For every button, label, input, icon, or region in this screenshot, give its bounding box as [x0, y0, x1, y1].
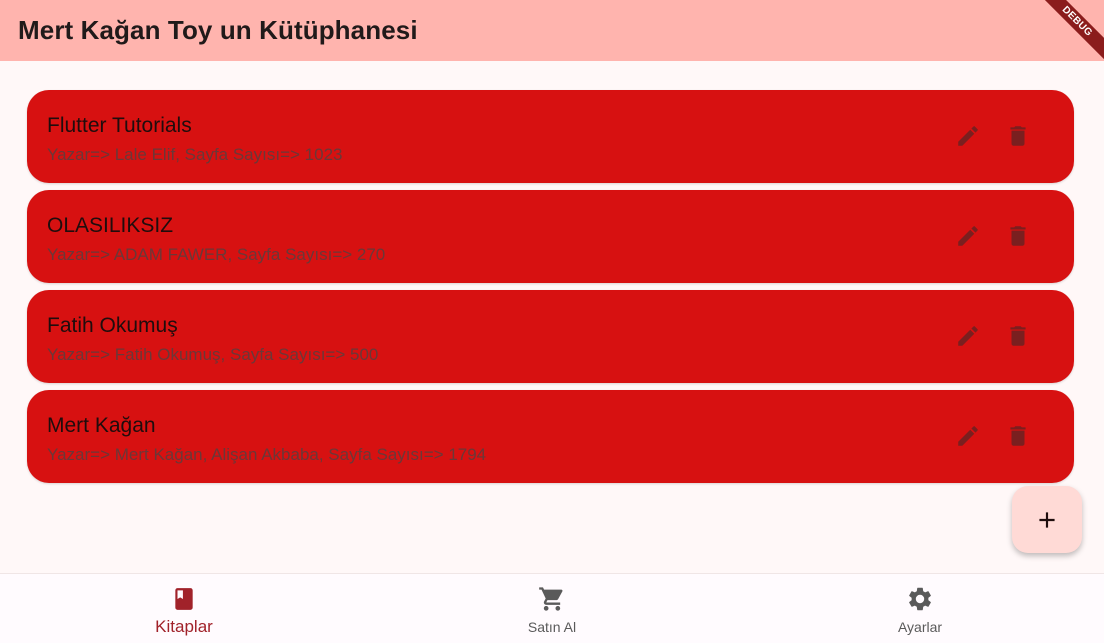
- book-card[interactable]: OLASILIKSIZ Yazar=> ADAM FAWER, Sayfa Sa…: [27, 190, 1074, 283]
- book-icon: [170, 585, 198, 613]
- trash-icon: [1010, 326, 1026, 346]
- page-title: Mert Kağan Toy un Kütüphanesi: [18, 15, 418, 45]
- book-subtitle: Yazar=> Lale Elif, Sayfa Sayısı=> 1023: [47, 145, 343, 164]
- nav-label: Satın Al: [527, 619, 577, 635]
- delete-button[interactable]: [1003, 321, 1033, 351]
- debug-banner: DEBUG: [1034, 0, 1104, 70]
- delete-button[interactable]: [1003, 121, 1033, 151]
- app-bar: Mert Kağan Toy un Kütüphanesi DEBUG: [0, 0, 1104, 66]
- debug-label: DEBUG: [1034, 0, 1104, 66]
- trash-icon: [1010, 126, 1026, 146]
- app-root: Mert Kağan Toy un Kütüphanesi DEBUG Flut…: [0, 0, 1104, 643]
- book-title: Fatih Okumuş: [47, 314, 178, 337]
- edit-button[interactable]: [953, 321, 983, 351]
- book-title: OLASILIKSIZ: [47, 214, 174, 237]
- nav-label: Ayarlar: [897, 619, 943, 635]
- add-book-button[interactable]: [1012, 486, 1082, 553]
- bottom-navigation: Kitaplar Satın Al Ayarlar: [0, 573, 1104, 643]
- nav-item-ayarlar[interactable]: Ayarlar: [736, 574, 1104, 643]
- delete-button[interactable]: [1003, 221, 1033, 251]
- edit-icon: [958, 226, 978, 246]
- trash-icon: [1010, 226, 1026, 246]
- trash-icon: [1010, 426, 1026, 446]
- edit-icon: [958, 426, 978, 446]
- nav-item-kitaplar[interactable]: Kitaplar: [0, 574, 368, 643]
- book-list: Flutter Tutorials Yazar=> Lale Elif, Say…: [27, 90, 1074, 490]
- nav-item-satin-al[interactable]: Satın Al: [368, 574, 736, 643]
- book-subtitle: Yazar=> Fatih Okumuş, Sayfa Sayısı=> 500: [47, 345, 379, 364]
- settings-icon: [906, 585, 934, 613]
- plus-icon: [1039, 511, 1055, 528]
- book-subtitle: Yazar=> ADAM FAWER, Sayfa Sayısı=> 270: [47, 245, 386, 264]
- book-card[interactable]: Flutter Tutorials Yazar=> Lale Elif, Say…: [27, 90, 1074, 183]
- book-title: Flutter Tutorials: [47, 114, 192, 137]
- nav-label: Kitaplar: [155, 617, 213, 636]
- cart-icon: [538, 585, 566, 613]
- edit-button[interactable]: [953, 121, 983, 151]
- edit-icon: [958, 126, 978, 146]
- book-card[interactable]: Fatih Okumuş Yazar=> Fatih Okumuş, Sayfa…: [27, 290, 1074, 383]
- book-subtitle: Yazar=> Mert Kağan, Alişan Akbaba, Sayfa…: [47, 445, 487, 464]
- edit-button[interactable]: [953, 221, 983, 251]
- book-card[interactable]: Mert Kağan Yazar=> Mert Kağan, Alişan Ak…: [27, 390, 1074, 483]
- edit-icon: [958, 326, 978, 346]
- book-title: Mert Kağan: [47, 414, 156, 437]
- edit-button[interactable]: [953, 421, 983, 451]
- delete-button[interactable]: [1003, 421, 1033, 451]
